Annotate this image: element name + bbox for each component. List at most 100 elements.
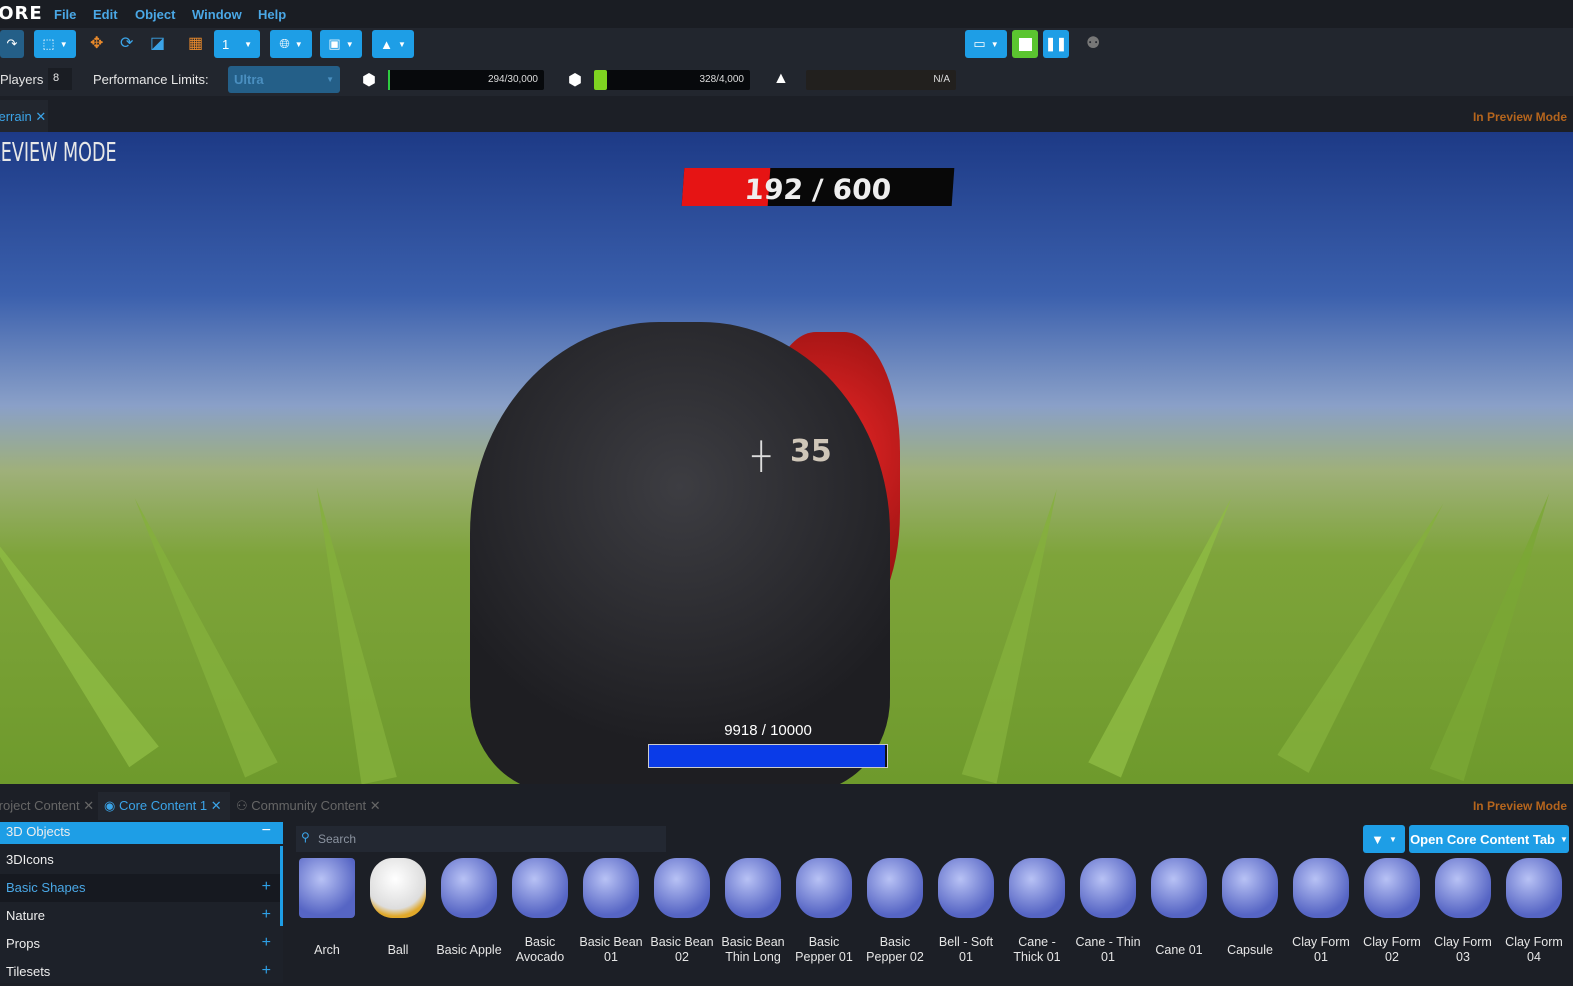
community-icon: ⚇ — [236, 798, 248, 813]
game-viewport[interactable]: PREVIEW MODE 192 / 600 ┼ 35 9918 / 10000 — [0, 132, 1573, 784]
category-basic-shapes[interactable]: Basic Shapes + — [0, 874, 283, 902]
item-thumbnail — [441, 858, 497, 918]
content-item[interactable]: Cane 01 — [1144, 858, 1214, 970]
menu-window[interactable]: Window — [192, 7, 242, 22]
menu-object[interactable]: Object — [135, 7, 175, 22]
content-item[interactable]: Clay Form 04 — [1499, 858, 1569, 970]
preview-mode-label: PREVIEW MODE — [0, 138, 117, 168]
content-item[interactable]: Cane - Thin 01 — [1073, 858, 1143, 970]
item-label: Basic Bean 01 — [579, 935, 643, 964]
item-label: Clay Form 03 — [1434, 935, 1492, 964]
performance-limits-dropdown[interactable]: Ultra ▼ — [228, 66, 340, 93]
tab-core-content-1[interactable]: ◉ Core Content 1 ✕ — [104, 798, 222, 814]
expand-icon[interactable]: + — [262, 934, 271, 952]
item-label: Capsule — [1227, 942, 1273, 957]
item-label: Basic Apple — [436, 942, 502, 957]
filter-button[interactable]: ▼ ▼ — [1363, 825, 1405, 853]
item-thumbnail — [867, 858, 923, 918]
category-nature[interactable]: Nature + — [0, 902, 283, 930]
open-core-content-tab-button[interactable]: Open Core Content Tab ▼ — [1409, 825, 1569, 853]
content-item[interactable]: Ball — [363, 858, 433, 970]
item-thumbnail — [1506, 858, 1562, 918]
stop-button[interactable] — [1012, 30, 1038, 58]
content-item[interactable]: Cane - Thick 01 — [1002, 858, 1072, 970]
item-thumbnail — [796, 858, 852, 918]
content-item[interactable]: Basic Apple — [434, 858, 504, 970]
menu-help[interactable]: Help — [258, 7, 286, 22]
content-item[interactable]: Basic Bean 02 — [647, 858, 717, 970]
pause-button[interactable]: ❚❚ — [1043, 30, 1069, 58]
enemy-health-bar: 192 / 600 — [681, 168, 955, 206]
script-button[interactable]: ▣ ▼ — [320, 30, 362, 58]
content-item[interactable]: Capsule — [1215, 858, 1285, 970]
content-item[interactable]: Basic Bean 01 — [576, 858, 646, 970]
category-3dicons[interactable]: 3DIcons — [0, 846, 283, 874]
item-thumbnail — [299, 858, 355, 918]
item-label: Bell - Soft 01 — [938, 935, 994, 964]
world-space-button[interactable]: 🌐︎ ▼ — [270, 30, 312, 58]
category-props[interactable]: Props + — [0, 930, 283, 958]
content-item[interactable]: Clay Form 03 — [1428, 858, 1498, 970]
filter-icon: ▼ — [1371, 831, 1384, 847]
rotate-icon[interactable]: ⟳ — [120, 33, 133, 53]
category-tilesets[interactable]: Tilesets + — [0, 958, 283, 986]
content-item[interactable]: Basic Bean Thin Long — [718, 858, 788, 970]
content-item[interactable]: Basic Avocado — [505, 858, 575, 970]
menu-edit[interactable]: Edit — [93, 7, 118, 22]
pause-icon: ❚❚ — [1045, 36, 1067, 51]
grid-size-dropdown[interactable]: 1 ▼ — [214, 30, 260, 58]
content-item[interactable]: Clay Form 02 — [1357, 858, 1427, 970]
item-thumbnail — [654, 858, 710, 918]
content-item[interactable]: Basic Pepper 02 — [860, 858, 930, 970]
collapse-icon[interactable]: − — [262, 822, 271, 840]
menu-file[interactable]: File — [54, 7, 76, 22]
expand-icon[interactable]: + — [262, 906, 271, 924]
select-mode-button[interactable]: ⬚ ▼ — [34, 30, 76, 58]
grid-icon[interactable]: ▦ — [188, 33, 203, 53]
close-icon[interactable]: ✕ — [35, 109, 46, 124]
sidebar-scrollbar[interactable] — [280, 846, 283, 926]
players-icon[interactable]: ⚉ — [1086, 33, 1100, 53]
item-thumbnail — [1364, 858, 1420, 918]
object-count-value: 294/30,000 — [487, 74, 538, 85]
close-icon[interactable]: ✕ — [370, 798, 381, 813]
expand-icon[interactable]: + — [262, 962, 271, 980]
item-thumbnail — [1009, 858, 1065, 918]
redo-button[interactable]: ↷ — [0, 30, 24, 58]
search-input[interactable]: ⚲ Search — [296, 826, 666, 852]
players-count[interactable]: 8 — [48, 68, 72, 90]
category-3d-objects[interactable]: 3D Objects − — [0, 822, 283, 844]
script-icon: ▣ — [328, 36, 341, 51]
tab-project-content[interactable]: Project Content ✕ — [0, 798, 94, 814]
item-label: Basic Pepper 01 — [795, 935, 853, 964]
content-item[interactable]: Arch — [292, 858, 362, 970]
item-label: Clay Form 02 — [1363, 935, 1421, 964]
content-item[interactable]: Basic Pepper 01 — [789, 858, 859, 970]
stop-icon — [1018, 37, 1032, 51]
content-item[interactable]: Bell - Soft 01 — [931, 858, 1001, 970]
item-label: Basic Bean 02 — [650, 935, 714, 964]
tab-terrain[interactable]: Terrain ✕ — [0, 100, 48, 132]
category-label: Tilesets — [6, 964, 51, 979]
item-label: Ball — [387, 942, 409, 957]
multiplayer-preview-button[interactable]: ▭ ▼ — [965, 30, 1007, 58]
item-thumbnail — [1080, 858, 1136, 918]
scale-icon[interactable]: ◪ — [150, 33, 165, 53]
camera-button[interactable]: ▲ ▼ — [372, 30, 414, 58]
tab-community-content[interactable]: ⚇ Community Content ✕ — [236, 798, 381, 814]
close-icon[interactable]: ✕ — [83, 798, 94, 813]
expand-icon[interactable]: + — [262, 878, 271, 896]
move-icon[interactable]: ✥ — [90, 33, 103, 53]
item-label: Basic Avocado — [515, 935, 565, 964]
category-label: 3D Objects — [6, 824, 71, 839]
bottom-preview-status: In Preview Mode — [1472, 799, 1567, 813]
close-icon[interactable]: ✕ — [211, 798, 222, 813]
item-label: Clay Form 01 — [1292, 935, 1350, 964]
menu-bar: CORE File Edit Object Window Help — [0, 0, 1573, 28]
button-label: Open Core Content Tab — [1410, 831, 1555, 847]
content-item[interactable]: Clay Form 01 — [1286, 858, 1356, 970]
networked-count-bar: 328/4,000 — [594, 70, 750, 90]
damage-number: 35 — [790, 434, 832, 469]
networked-cube-icon: ⬢ — [568, 72, 582, 89]
players-label: Players — [0, 72, 44, 87]
